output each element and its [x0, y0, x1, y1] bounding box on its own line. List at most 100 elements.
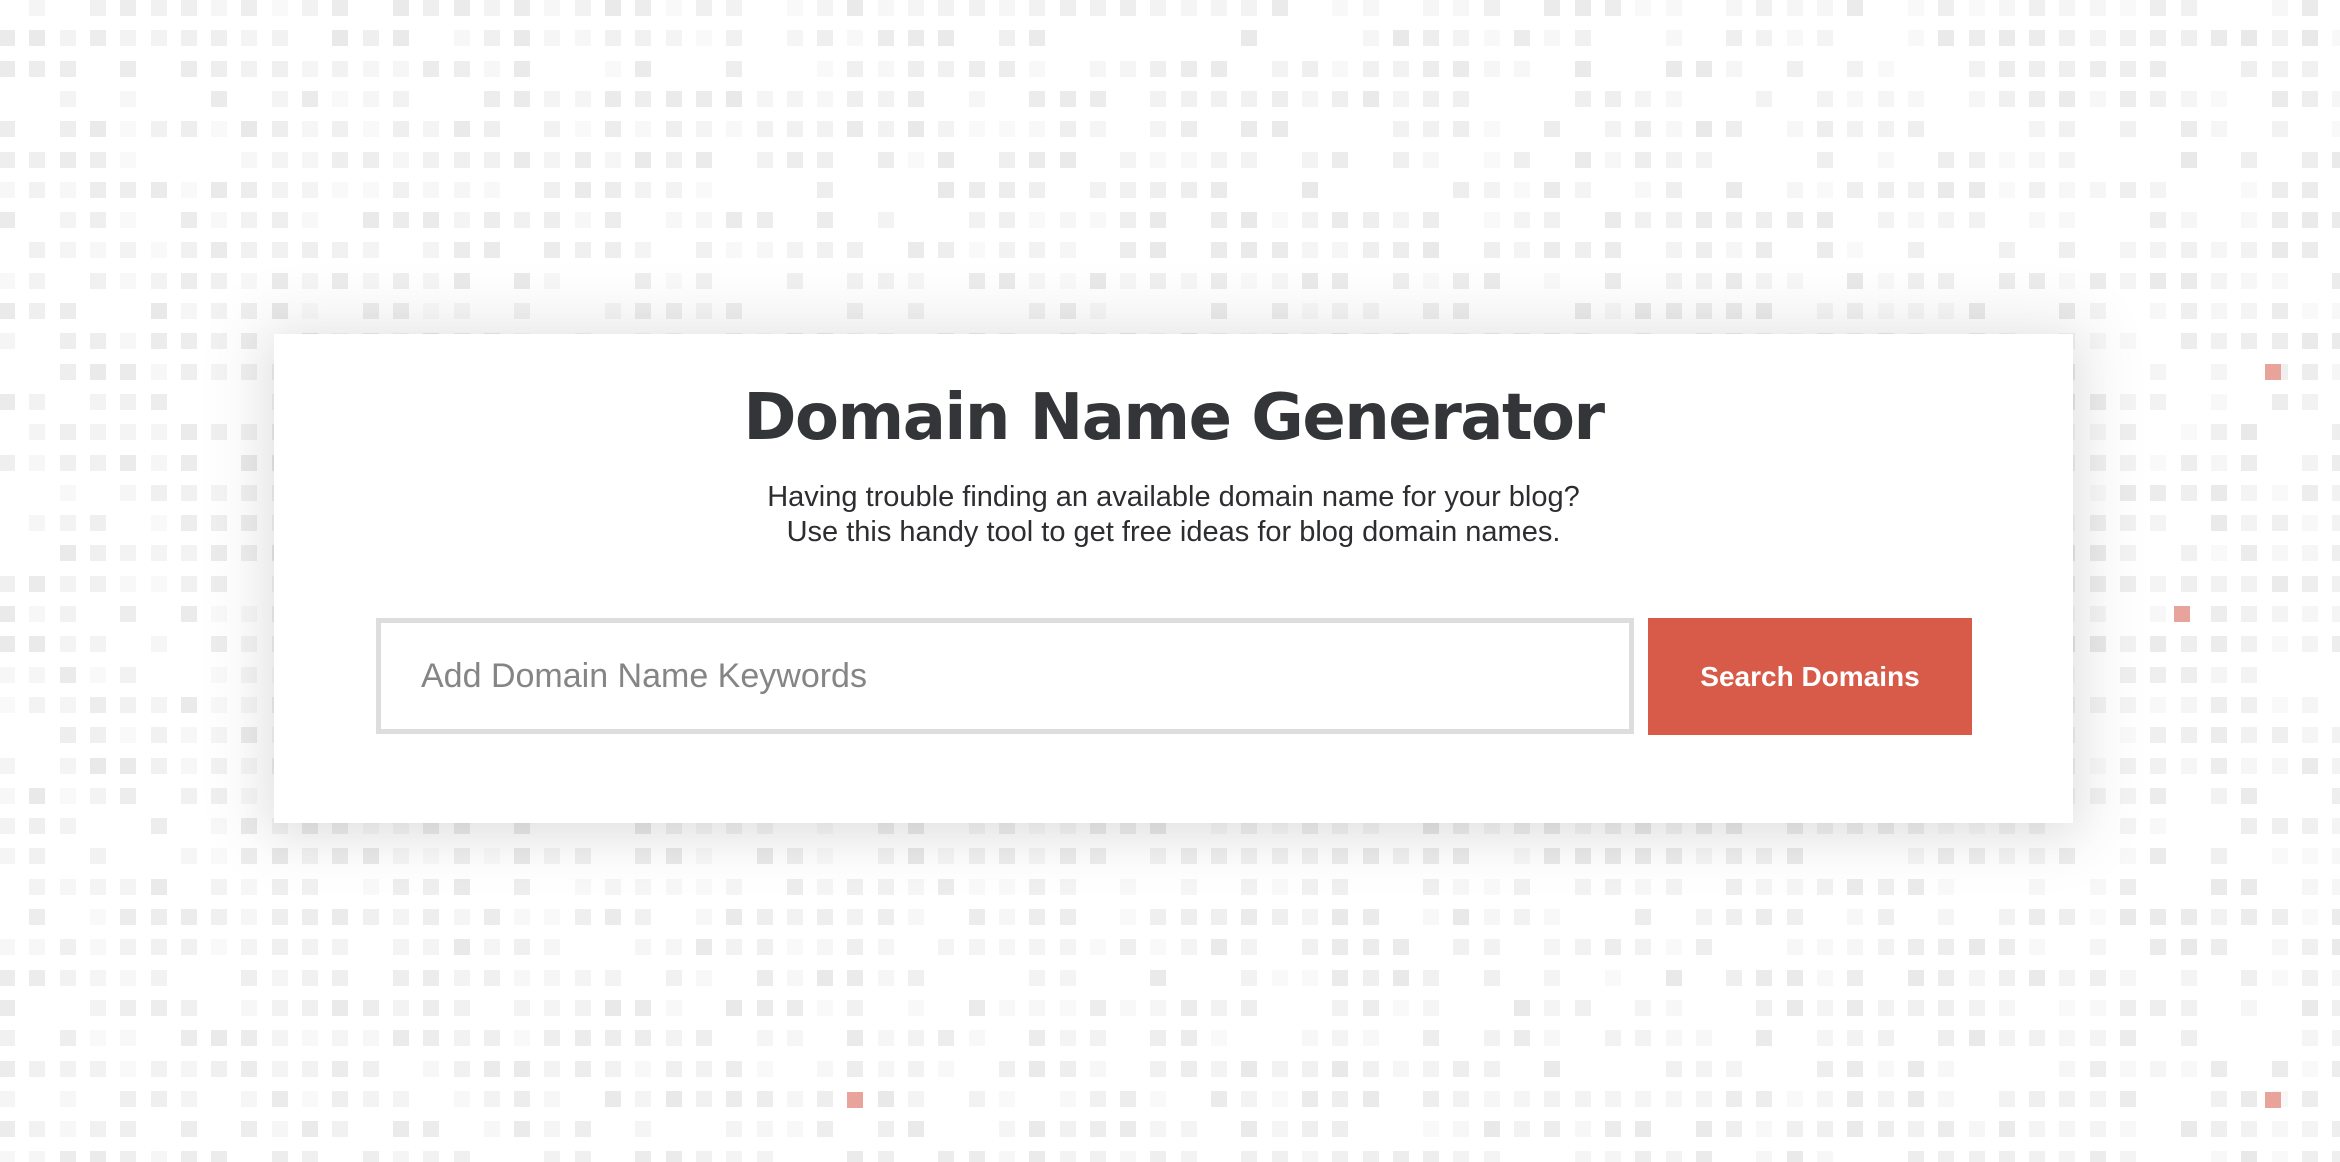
grid-square	[1332, 1061, 1348, 1077]
grid-square	[1726, 1121, 1742, 1137]
grid-square	[332, 1061, 348, 1077]
grid-square	[211, 667, 227, 683]
grid-square	[1999, 1151, 2015, 1162]
grid-square	[332, 848, 348, 864]
grid-square	[90, 515, 106, 531]
grid-square	[1272, 303, 1288, 319]
grid-square	[2029, 212, 2045, 228]
grid-square	[1181, 1030, 1197, 1046]
grid-square	[1060, 121, 1076, 137]
grid-square	[2029, 152, 2045, 168]
grid-square	[1332, 242, 1348, 258]
grid-square	[1696, 152, 1712, 168]
grid-square	[1938, 1121, 1954, 1137]
grid-square	[1272, 61, 1288, 77]
grid-square	[181, 1151, 197, 1162]
grid-square	[757, 1061, 773, 1077]
grid-square	[1787, 1121, 1803, 1137]
grid-square	[120, 788, 136, 804]
grid-square	[211, 182, 227, 198]
grid-square	[1544, 0, 1560, 16]
grid-square	[302, 970, 318, 986]
grid-square	[1484, 1151, 1500, 1162]
grid-square	[1696, 61, 1712, 77]
grid-square	[1150, 242, 1166, 258]
grid-square	[120, 667, 136, 683]
grid-square	[211, 576, 227, 592]
grid-square	[151, 182, 167, 198]
grid-square	[999, 848, 1015, 864]
grid-square	[1969, 970, 1985, 986]
grid-square	[1787, 1000, 1803, 1016]
grid-square	[1029, 970, 1045, 986]
grid-square	[1393, 91, 1409, 107]
grid-square	[1423, 1091, 1439, 1107]
grid-square	[2332, 879, 2340, 895]
grid-square	[2090, 545, 2106, 561]
grid-square	[90, 545, 106, 561]
grid-square	[1514, 909, 1530, 925]
grid-square	[1211, 939, 1227, 955]
grid-square	[363, 30, 379, 46]
grid-square	[1029, 121, 1045, 137]
grid-square	[575, 30, 591, 46]
grid-square	[1241, 0, 1257, 16]
grid-square	[1544, 273, 1560, 289]
grid-square	[454, 909, 470, 925]
grid-square	[635, 152, 651, 168]
grid-square	[423, 303, 439, 319]
grid-square	[787, 909, 803, 925]
grid-square	[484, 242, 500, 258]
grid-square	[272, 121, 288, 137]
grid-square	[1211, 909, 1227, 925]
grid-square	[2181, 91, 2197, 107]
grid-square	[60, 667, 76, 683]
grid-square	[151, 939, 167, 955]
grid-square	[393, 848, 409, 864]
grid-square	[29, 939, 45, 955]
grid-square	[120, 939, 136, 955]
grid-square	[241, 364, 257, 380]
grid-square	[272, 1091, 288, 1107]
grid-square	[1120, 909, 1136, 925]
grid-square	[2241, 515, 2257, 531]
grid-square	[1060, 1030, 1076, 1046]
grid-square	[787, 0, 803, 16]
grid-square	[1363, 909, 1379, 925]
grid-square	[2090, 394, 2106, 410]
grid-square	[1817, 1061, 1833, 1077]
grid-square	[302, 91, 318, 107]
grid-square	[1332, 212, 1348, 228]
grid-square	[757, 1030, 773, 1046]
grid-square	[605, 879, 621, 895]
grid-square	[999, 1091, 1015, 1107]
search-domains-button[interactable]: Search Domains	[1648, 618, 1972, 735]
grid-square	[2150, 455, 2166, 471]
grid-square	[1120, 879, 1136, 895]
grid-square	[151, 364, 167, 380]
grid-square	[60, 333, 76, 349]
grid-square	[757, 1091, 773, 1107]
grid-square	[1908, 1121, 1924, 1137]
grid-square	[1878, 939, 1894, 955]
grid-square	[1181, 61, 1197, 77]
grid-square	[2302, 0, 2318, 16]
domain-keywords-input[interactable]	[376, 618, 1634, 734]
grid-square	[423, 121, 439, 137]
grid-square	[2120, 121, 2136, 137]
grid-square	[1453, 1151, 1469, 1162]
grid-square	[2332, 939, 2340, 955]
grid-square	[2241, 727, 2257, 743]
grid-square	[1908, 303, 1924, 319]
grid-square	[454, 848, 470, 864]
grid-square	[1756, 30, 1772, 46]
grid-square	[120, 61, 136, 77]
grid-square	[2272, 273, 2288, 289]
grid-square	[120, 394, 136, 410]
grid-square	[1938, 909, 1954, 925]
grid-square	[2302, 1121, 2318, 1137]
grid-square	[878, 0, 894, 16]
grid-square	[90, 212, 106, 228]
grid-square	[181, 0, 197, 16]
grid-square	[1756, 848, 1772, 864]
